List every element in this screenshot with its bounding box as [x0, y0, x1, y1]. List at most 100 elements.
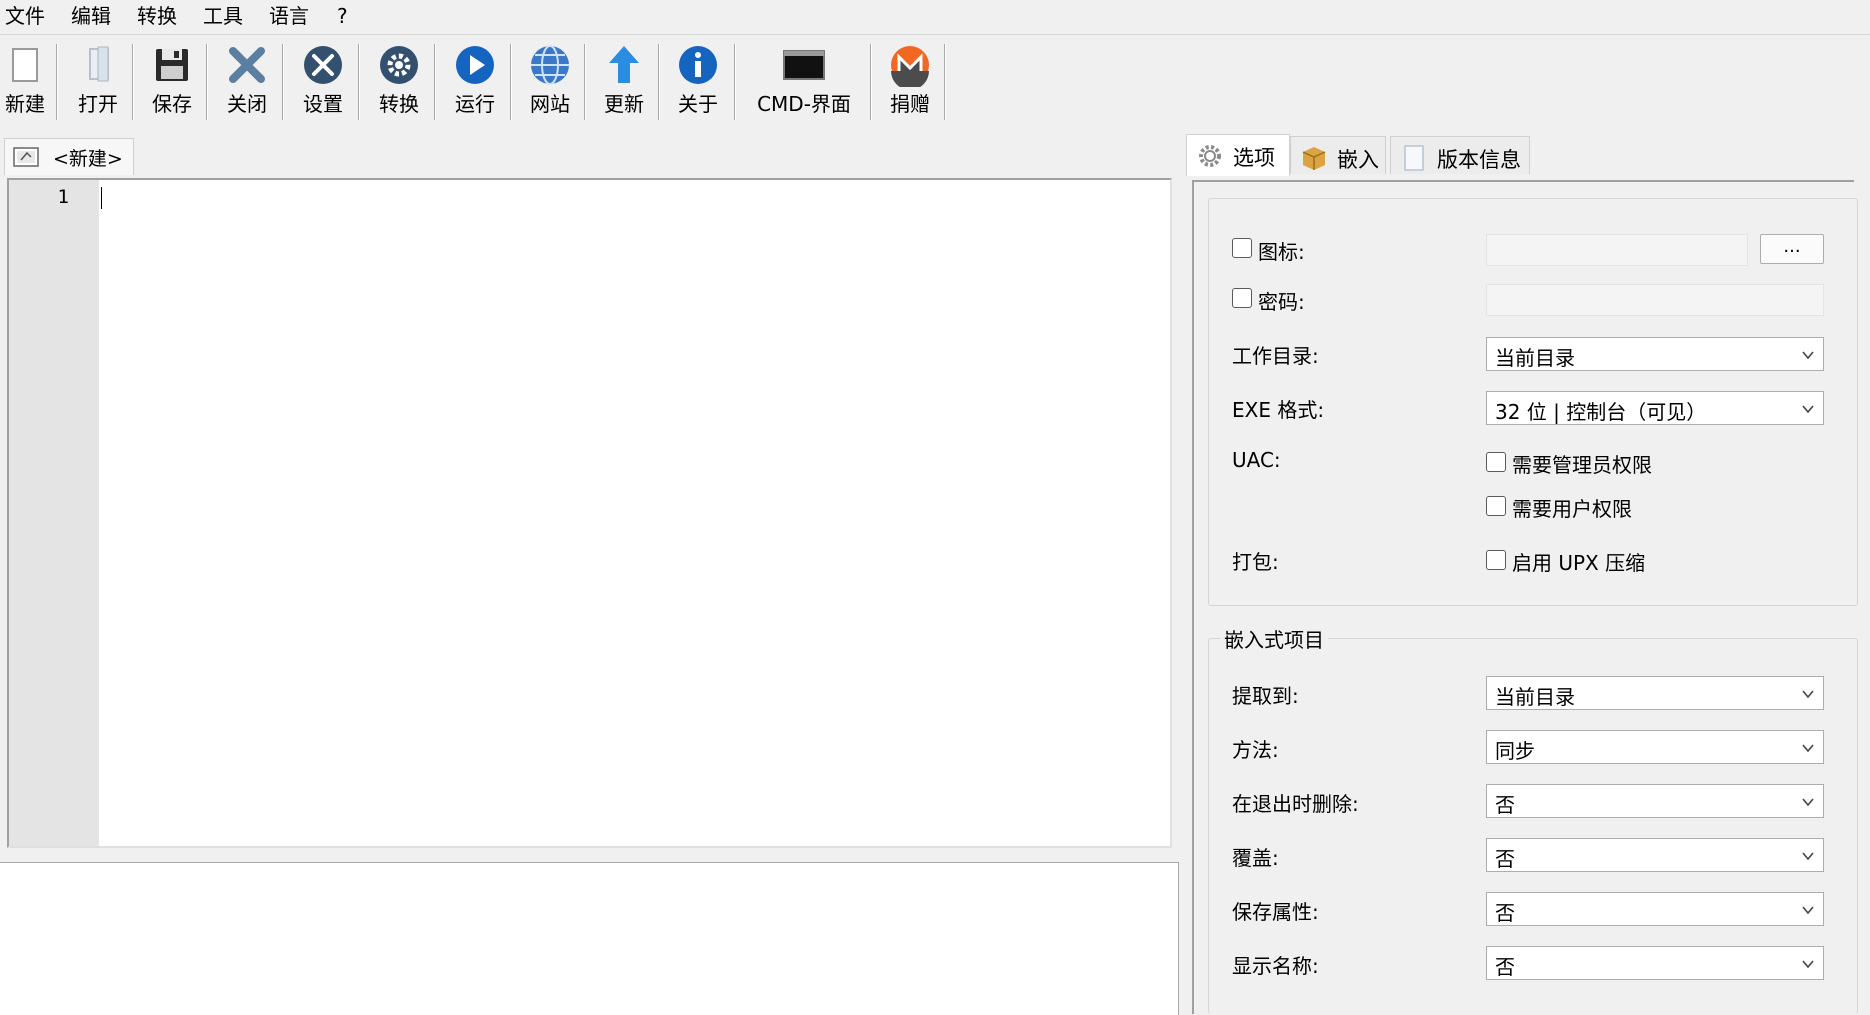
convert-button-label: 转换: [379, 92, 419, 116]
toolbar-separator: [434, 44, 435, 120]
new-file-icon: [12, 48, 38, 82]
extract-to-select[interactable]: 当前目录: [1486, 676, 1824, 710]
password-input[interactable]: [1486, 284, 1824, 316]
password-checkbox[interactable]: [1232, 288, 1252, 308]
new-button-label: 新建: [5, 92, 45, 116]
open-button[interactable]: 打开: [70, 40, 126, 120]
tab-embed-label: 嵌入: [1337, 148, 1379, 172]
chevron-down-icon: [1802, 960, 1814, 969]
run-button-label: 运行: [455, 92, 495, 116]
code-editor[interactable]: 1: [7, 178, 1172, 848]
toolbar-separator: [870, 44, 871, 120]
keep-attributes-value: 否: [1495, 901, 1515, 925]
website-button-label: 网站: [530, 92, 570, 116]
icon-checkbox[interactable]: [1232, 238, 1252, 258]
about-button-label: 关于: [678, 92, 718, 116]
menu-edit[interactable]: 编辑: [68, 3, 114, 29]
tools-icon: [304, 46, 342, 84]
upx-label: 启用 UPX 压缩: [1512, 551, 1646, 575]
info-icon: [679, 46, 717, 84]
menu-tools[interactable]: 工具: [200, 3, 246, 29]
method-value: 同步: [1495, 739, 1535, 763]
convert-button[interactable]: 转换: [370, 40, 428, 120]
browse-icon-button[interactable]: ...: [1760, 234, 1824, 264]
toolbar-separator: [510, 44, 511, 120]
up-arrow-icon: [609, 46, 639, 83]
tab-embed[interactable]: 嵌入: [1290, 136, 1386, 174]
exe-format-label: EXE 格式:: [1232, 398, 1325, 422]
show-name-label: 显示名称:: [1232, 954, 1319, 978]
show-name-select[interactable]: 否: [1486, 946, 1824, 980]
overwrite-value: 否: [1495, 847, 1515, 871]
gear-icon: [1199, 145, 1221, 167]
globe-icon: [531, 45, 569, 85]
password-label: 密码:: [1258, 290, 1305, 314]
floppy-disk-icon: [156, 49, 188, 81]
icon-path-input[interactable]: [1486, 234, 1748, 266]
open-folder-icon: [89, 46, 109, 82]
output-pane[interactable]: [0, 862, 1179, 1015]
cmd-button-label: CMD-界面: [757, 92, 851, 116]
chevron-down-icon: [1802, 405, 1814, 414]
delete-on-exit-value: 否: [1495, 793, 1515, 817]
menu-help[interactable]: ?: [334, 3, 351, 29]
menu-convert[interactable]: 转换: [134, 3, 180, 29]
uac-user-checkbox[interactable]: [1486, 496, 1506, 516]
toolbar: 新建 打开 保存 关闭 设置 转换 运行 网站 更新 关于 CMD-界面 捐赠: [0, 36, 1870, 122]
donate-button[interactable]: 捐赠: [880, 40, 940, 120]
chevron-down-icon: [1802, 852, 1814, 861]
exe-format-select[interactable]: 32 位 | 控制台（可见）: [1486, 391, 1824, 425]
save-button[interactable]: 保存: [144, 40, 200, 120]
text-caret: [101, 187, 102, 209]
new-button[interactable]: 新建: [0, 40, 50, 120]
method-label: 方法:: [1232, 738, 1279, 762]
toolbar-separator: [206, 44, 207, 120]
donate-button-label: 捐赠: [890, 92, 930, 116]
tab-options[interactable]: 选项: [1186, 134, 1290, 176]
close-button-label: 关闭: [227, 92, 267, 116]
workdir-select[interactable]: 当前目录: [1486, 337, 1824, 371]
uac-label: UAC:: [1232, 448, 1281, 472]
method-select[interactable]: 同步: [1486, 730, 1824, 764]
keep-attributes-select[interactable]: 否: [1486, 892, 1824, 926]
toolbar-separator: [56, 44, 57, 120]
toolbar-separator: [658, 44, 659, 120]
toolbar-separator: [282, 44, 283, 120]
chevron-down-icon: [1802, 351, 1814, 360]
close-button[interactable]: 关闭: [218, 40, 276, 120]
menu-bar: 文件 编辑 转换 工具 语言 ?: [0, 0, 1870, 35]
monero-icon: [891, 46, 929, 87]
about-button[interactable]: 关于: [670, 40, 726, 120]
menu-file[interactable]: 文件: [2, 3, 48, 29]
chevron-down-icon: [1802, 906, 1814, 915]
toolbar-separator: [358, 44, 359, 120]
save-button-label: 保存: [152, 92, 192, 116]
keep-attributes-label: 保存属性:: [1232, 900, 1319, 924]
update-button[interactable]: 更新: [596, 40, 652, 120]
document-tab[interactable]: <新建>: [4, 138, 134, 175]
chevron-down-icon: [1802, 690, 1814, 699]
menu-language[interactable]: 语言: [266, 3, 312, 29]
workdir-value: 当前目录: [1495, 346, 1575, 370]
upx-checkbox[interactable]: [1486, 550, 1506, 570]
overwrite-select[interactable]: 否: [1486, 838, 1824, 872]
delete-on-exit-select[interactable]: 否: [1486, 784, 1824, 818]
extract-to-label: 提取到:: [1232, 684, 1299, 708]
extract-to-value: 当前目录: [1495, 685, 1575, 709]
settings-button[interactable]: 设置: [294, 40, 352, 120]
exe-format-value: 32 位 | 控制台（可见）: [1495, 400, 1707, 424]
run-button[interactable]: 运行: [446, 40, 504, 120]
cmd-button[interactable]: CMD-界面: [746, 40, 862, 120]
open-button-label: 打开: [78, 92, 118, 116]
tab-options-label: 选项: [1233, 146, 1275, 170]
uac-user-label: 需要用户权限: [1512, 497, 1632, 521]
uac-admin-checkbox[interactable]: [1486, 452, 1506, 472]
toolbar-separator: [584, 44, 585, 120]
chevron-down-icon: [1802, 744, 1814, 753]
website-button[interactable]: 网站: [522, 40, 578, 120]
overwrite-label: 覆盖:: [1232, 846, 1279, 870]
delete-on-exit-label: 在退出时删除:: [1232, 792, 1359, 816]
tab-version-info[interactable]: 版本信息: [1390, 136, 1530, 174]
document-icon: [1404, 145, 1424, 171]
toolbar-separator: [944, 44, 945, 120]
